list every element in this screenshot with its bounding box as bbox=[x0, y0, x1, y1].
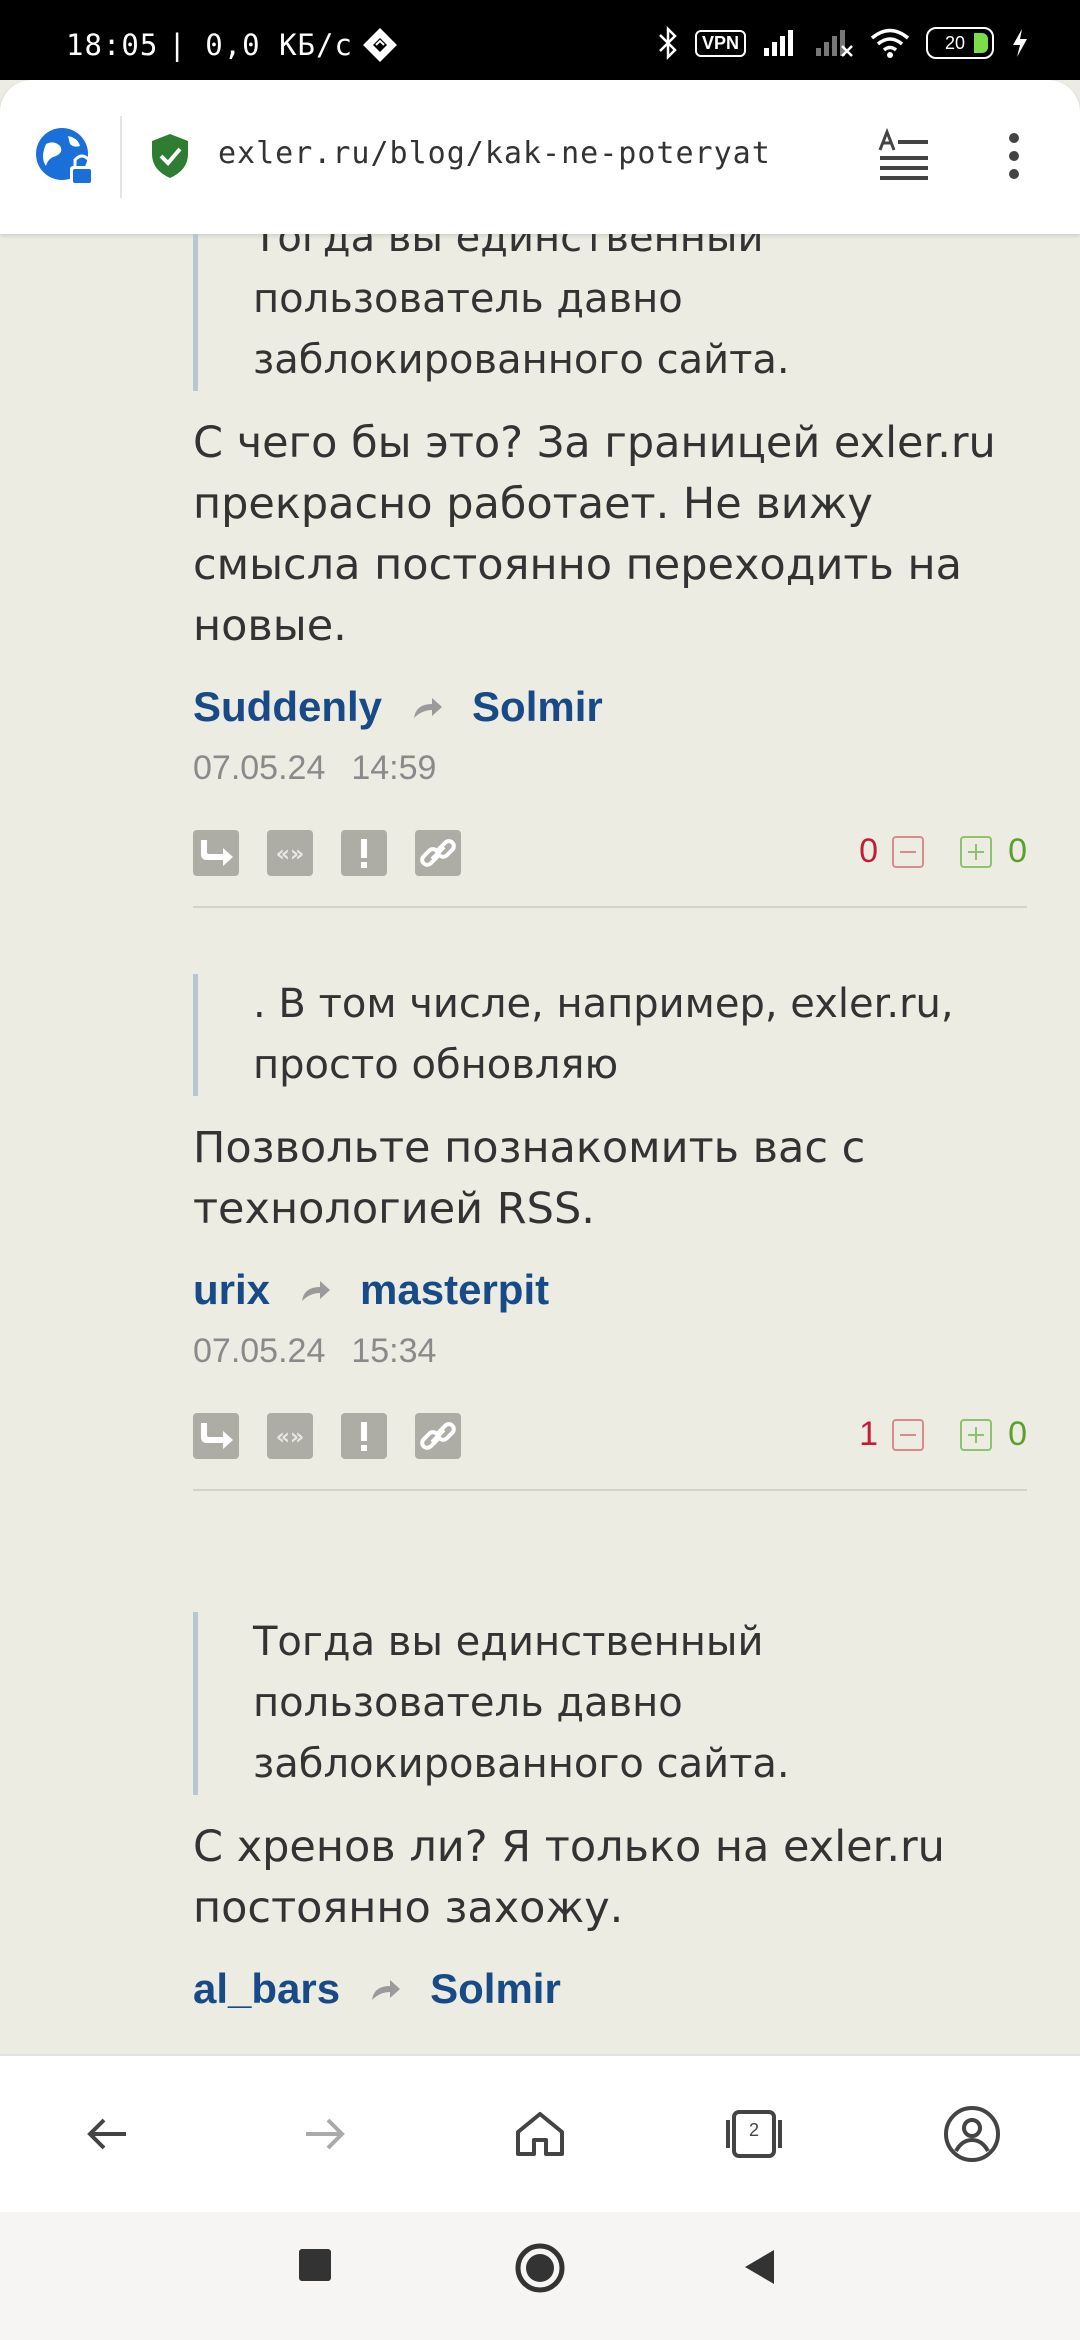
comment: . В том числе, например, exler.ru, прост… bbox=[193, 974, 1027, 1491]
vote-down-button[interactable] bbox=[892, 835, 925, 868]
comment-quote: Тогда вы единственный пользователь давно… bbox=[193, 1612, 1027, 1795]
comment-separator bbox=[193, 906, 1027, 908]
forward-arrow-icon[interactable] bbox=[292, 2102, 356, 2166]
comment-authors: al_bars Solmir bbox=[193, 1965, 1027, 2013]
comment-quote: . В том числе, например, exler.ru, прост… bbox=[193, 974, 1027, 1096]
quote-icon[interactable]: «» bbox=[267, 1413, 313, 1459]
comment-date: 07.05.24 bbox=[193, 1332, 326, 1370]
system-nav-bar bbox=[0, 2212, 1080, 2340]
link-icon[interactable] bbox=[415, 1413, 461, 1459]
svg-text:«»: «» bbox=[276, 1425, 304, 1450]
signal-no-service-icon bbox=[816, 30, 853, 57]
comment-authors: Suddenly Solmir bbox=[193, 683, 1027, 731]
comment-text: С хренов ли? Я только на exler.ru постоя… bbox=[193, 1822, 945, 1933]
reader-mode-icon[interactable] bbox=[876, 128, 932, 184]
reply-arrow-icon bbox=[372, 1980, 401, 2000]
comment-author[interactable]: al_bars bbox=[193, 1965, 340, 2013]
tabs-button[interactable]: 2 bbox=[722, 2102, 786, 2166]
comment-time: 15:34 bbox=[351, 1332, 437, 1370]
comment: Тогда вы единственный пользователь давно… bbox=[193, 1612, 1027, 2013]
link-icon[interactable] bbox=[415, 830, 461, 876]
vote-down-button[interactable] bbox=[892, 1418, 925, 1451]
toolbar-divider bbox=[120, 116, 122, 198]
status-time: 18:05 bbox=[66, 28, 159, 62]
bluetooth-icon bbox=[659, 26, 677, 60]
comments-area: Тогда вы единственный пользователь давно… bbox=[0, 234, 1080, 2054]
status-bar: 18:05 | 0,0 КБ/с VPN 20 bbox=[0, 0, 1080, 80]
wifi-icon bbox=[870, 28, 910, 58]
votes-plus-count: 0 bbox=[1008, 832, 1027, 870]
comment-quote: Тогда вы единственный пользователь давно… bbox=[193, 234, 1027, 391]
report-icon[interactable] bbox=[341, 830, 387, 876]
browser-bottom-nav: 2 bbox=[0, 2054, 1080, 2214]
comment-votes: 0 0 bbox=[859, 832, 1027, 871]
comment-actions: «» 1 0 bbox=[193, 1413, 1027, 1461]
reply-arrow-icon bbox=[302, 1281, 331, 1301]
svg-text:«»: «» bbox=[276, 842, 304, 867]
reply-icon[interactable] bbox=[193, 1413, 239, 1459]
home-icon[interactable] bbox=[508, 2102, 572, 2166]
comment-votes: 1 0 bbox=[859, 1415, 1027, 1454]
tab-count: 2 bbox=[748, 2120, 759, 2140]
comment-date: 07.05.24 bbox=[193, 749, 326, 787]
back-arrow-icon[interactable] bbox=[76, 2102, 140, 2166]
charging-icon bbox=[1013, 29, 1027, 57]
comment-datetime: 07.05.24 15:34 bbox=[193, 1332, 1027, 1371]
more-menu-icon[interactable] bbox=[996, 124, 1032, 188]
votes-minus-count: 0 bbox=[859, 832, 879, 870]
comment-authors: urix masterpit bbox=[193, 1266, 1027, 1314]
status-right: VPN 20 bbox=[657, 26, 1030, 60]
home-circle-icon[interactable] bbox=[514, 2242, 566, 2294]
comment-reply-to[interactable]: Solmir bbox=[430, 1965, 561, 2013]
notification-app-icon bbox=[362, 28, 397, 62]
vote-up-button[interactable] bbox=[960, 835, 993, 868]
comment-text: С чего бы это? За границей exler.ru прек… bbox=[193, 418, 996, 651]
secure-shield-icon[interactable] bbox=[150, 132, 190, 180]
comment-text: Позвольте познакомить вас с технологией … bbox=[193, 1123, 866, 1234]
battery-level: 20 bbox=[944, 32, 966, 53]
battery-indicator: 20 bbox=[926, 27, 994, 59]
comment-author[interactable]: Suddenly bbox=[193, 683, 382, 731]
account-icon[interactable] bbox=[940, 2102, 1004, 2166]
recents-square-icon[interactable] bbox=[298, 2248, 332, 2282]
signal-icon bbox=[764, 30, 793, 56]
vote-up-button[interactable] bbox=[960, 1418, 993, 1451]
address-bar-url[interactable]: exler.ru/blog/kak-ne-poteryat bbox=[218, 136, 848, 171]
reply-arrow-icon bbox=[414, 698, 443, 718]
status-network-speed: | 0,0 КБ/с bbox=[168, 28, 353, 62]
comment-actions: «» 0 0 bbox=[193, 830, 1027, 878]
comment-reply-to[interactable]: masterpit bbox=[360, 1266, 549, 1314]
site-globe-lock-icon[interactable] bbox=[34, 126, 98, 190]
back-triangle-icon[interactable] bbox=[742, 2248, 776, 2286]
quote-icon[interactable]: «» bbox=[267, 830, 313, 876]
browser-toolbar: exler.ru/blog/kak-ne-poteryat bbox=[0, 80, 1080, 234]
comment-datetime: 07.05.24 14:59 bbox=[193, 749, 1027, 788]
status-left: 18:05 | 0,0 КБ/с bbox=[66, 28, 397, 62]
comment-time: 14:59 bbox=[351, 749, 437, 787]
votes-minus-count: 1 bbox=[859, 1415, 879, 1453]
comment-author[interactable]: urix bbox=[193, 1266, 270, 1314]
reply-icon[interactable] bbox=[193, 830, 239, 876]
report-icon[interactable] bbox=[341, 1413, 387, 1459]
comment-reply-to[interactable]: Solmir bbox=[472, 683, 603, 731]
comment-separator bbox=[193, 1489, 1027, 1491]
vpn-badge: VPN bbox=[694, 29, 746, 57]
comment: Тогда вы единственный пользователь давно… bbox=[193, 234, 1027, 908]
votes-plus-count: 0 bbox=[1008, 1415, 1027, 1453]
